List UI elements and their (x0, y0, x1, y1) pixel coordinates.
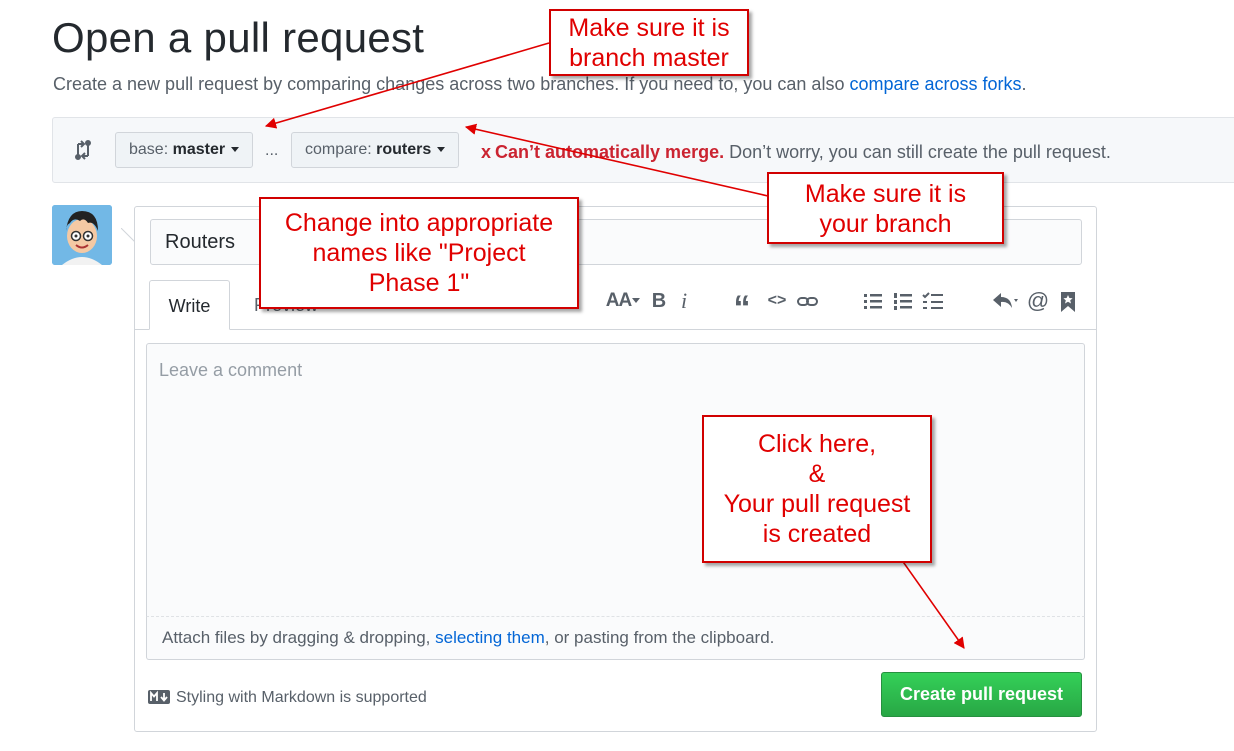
range-separator: ... (265, 142, 279, 159)
task-list-button[interactable] (920, 288, 946, 314)
reply-icon (993, 293, 1018, 308)
bold-button[interactable]: B (646, 288, 672, 314)
merge-status: x Can’t automatically merge. Don’t worry,… (481, 142, 1111, 163)
subtitle-text: Create a new pull request by comparing c… (53, 74, 850, 94)
chevron-down-icon (231, 147, 240, 153)
ordered-list-button[interactable] (890, 288, 916, 314)
markdown-icon (148, 690, 170, 709)
code-icon: <> (767, 292, 787, 309)
base-branch-select[interactable]: base: master (115, 132, 254, 168)
avatar-image (52, 205, 112, 265)
link-button[interactable] (795, 288, 821, 314)
italic-button[interactable]: i (671, 288, 697, 314)
x-icon: x (481, 142, 492, 162)
create-pull-request-button[interactable]: Create pull request (881, 672, 1082, 717)
merge-warning: Can’t automatically merge. (495, 142, 725, 162)
bookmark-icon (1061, 292, 1075, 312)
annotation-create-button: Click here, & Your pull request is creat… (702, 415, 932, 563)
git-compare-icon (72, 139, 94, 161)
link-icon (797, 297, 818, 306)
saved-replies-button[interactable] (1055, 288, 1081, 314)
branch-range-bar: base: master ... compare: routers x Can’t… (52, 117, 1234, 183)
unordered-list-button[interactable] (860, 288, 886, 314)
attach-text: Attach files by dragging & dropping, (162, 628, 436, 647)
selecting-them-link[interactable]: selecting them (435, 628, 545, 647)
italic-icon: i (680, 288, 688, 313)
heading-icon: AA (605, 290, 632, 311)
mention-button[interactable]: @ (1025, 288, 1051, 314)
avatar[interactable] (52, 205, 112, 265)
heading-button[interactable]: AA (604, 288, 642, 314)
code-button[interactable]: <> (764, 288, 790, 314)
tab-write[interactable]: Write (149, 280, 230, 330)
compare-label: compare: (305, 141, 377, 158)
comment-pointer (121, 228, 135, 242)
chevron-down-icon (632, 298, 641, 304)
base-label: base: (129, 141, 173, 158)
task-list-icon (922, 292, 943, 309)
reply-button[interactable] (990, 288, 1024, 314)
markdown-note: Styling with Markdown is supported (148, 689, 427, 709)
unordered-list-icon (864, 294, 882, 309)
bold-icon: B (651, 290, 667, 312)
merge-message: Don’t worry, you can still create the pu… (724, 142, 1111, 162)
page-title: Open a pull request (52, 14, 425, 61)
annotation-title: Change into appropriate names like "Proj… (259, 197, 579, 309)
compare-across-forks-link[interactable]: compare across forks (849, 74, 1021, 94)
page-subtitle: Create a new pull request by comparing c… (53, 74, 1027, 95)
ordered-list-icon (894, 293, 912, 310)
at-icon: @ (1026, 288, 1050, 313)
annotation-base-branch: Make sure it is branch master (549, 9, 749, 76)
annotation-compare-branch: Make sure it is your branch (767, 172, 1004, 244)
markdown-note-text: Styling with Markdown is supported (176, 689, 427, 706)
chevron-down-icon (437, 147, 446, 153)
compare-branch-select[interactable]: compare: routers (291, 132, 460, 168)
quote-icon: “ (733, 289, 751, 327)
comment-textarea[interactable] (146, 343, 1085, 617)
compare-branch-name: routers (376, 141, 432, 158)
attach-files-bar[interactable]: Attach files by dragging & dropping, sel… (146, 617, 1085, 660)
subtitle-suffix: . (1021, 74, 1027, 94)
attach-suffix: , or pasting from the clipboard. (544, 628, 775, 647)
base-branch-name: master (172, 141, 226, 158)
quote-button[interactable]: “ (729, 288, 755, 327)
